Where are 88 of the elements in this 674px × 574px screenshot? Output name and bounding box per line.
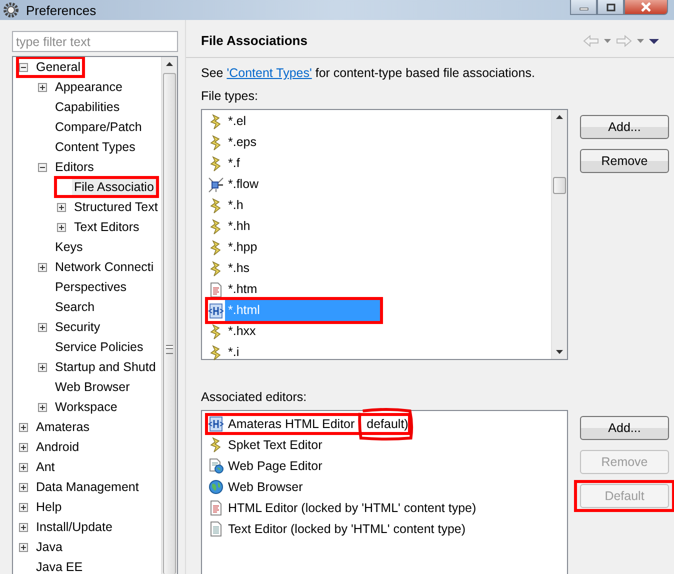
document-icon: [208, 520, 224, 536]
expand-icon[interactable]: [19, 522, 28, 532]
tree-item[interactable]: Install/Update: [34, 519, 114, 535]
expand-icon[interactable]: [19, 542, 28, 552]
file-type-item[interactable]: *.f: [225, 153, 243, 174]
expand-icon[interactable]: [19, 502, 28, 512]
html-document-icon: [208, 500, 224, 516]
expand-icon[interactable]: [38, 82, 47, 92]
tree-item[interactable]: Perspectives: [53, 279, 129, 295]
scroll-thumb[interactable]: [553, 177, 566, 194]
expand-icon[interactable]: [57, 202, 66, 212]
tree-item[interactable]: General: [34, 59, 82, 75]
action-button[interactable]: Add...: [580, 416, 669, 440]
file-type-item[interactable]: *.hpp: [225, 237, 260, 258]
maximize-button[interactable]: [597, 0, 624, 15]
tree-item[interactable]: Help: [34, 499, 64, 515]
collapse-icon[interactable]: [38, 162, 47, 172]
section-label: Associated editors:: [201, 389, 308, 405]
tree-item[interactable]: Capabilities: [53, 99, 122, 115]
file-type-item[interactable]: *.h: [225, 195, 246, 216]
file-type-item[interactable]: *.flow: [225, 174, 262, 195]
expand-icon[interactable]: [38, 402, 47, 412]
action-button[interactable]: Add...: [580, 115, 669, 139]
tree-item[interactable]: Security: [53, 319, 102, 335]
document-globe-icon: [208, 458, 224, 474]
globe-icon: [208, 478, 224, 494]
diagram-icon: [208, 176, 224, 192]
editor-item[interactable]: HTML Editor (locked by 'HTML' content type): [228, 500, 476, 514]
scrollbar[interactable]: [161, 57, 177, 574]
tree-item[interactable]: Structured Text: [72, 199, 160, 215]
default-label: default): [366, 416, 408, 430]
collapse-icon[interactable]: [19, 62, 28, 72]
intro-text: See 'Content Types' for content-type based file associations.: [201, 65, 536, 81]
gear-icon: [3, 2, 19, 18]
tree-item[interactable]: File Associatio: [72, 179, 156, 195]
file-type-item[interactable]: *.hh: [225, 216, 254, 237]
file-type-item[interactable]: *.htm: [225, 279, 260, 300]
h-tag-icon: [208, 416, 224, 432]
page-title: File Associations: [201, 33, 308, 48]
action-button[interactable]: Remove: [580, 149, 669, 173]
editor-item[interactable]: Web Browser: [228, 480, 303, 494]
close-button[interactable]: [624, 0, 668, 15]
tree-item[interactable]: Search: [53, 299, 97, 315]
tree-item[interactable]: Android: [34, 439, 82, 455]
html-document-icon: [208, 282, 224, 298]
expand-icon[interactable]: [19, 482, 28, 492]
file-type-item[interactable]: *.hxx: [225, 321, 259, 342]
tree-item[interactable]: Keys: [53, 239, 85, 255]
close-icon: [640, 2, 652, 12]
tree-item[interactable]: Startup and Shutd: [53, 359, 158, 375]
tree-item[interactable]: Ant: [34, 459, 57, 475]
tree-item[interactable]: Appearance: [53, 79, 124, 95]
file-type-item[interactable]: *.eps: [225, 132, 260, 153]
scroll-thumb[interactable]: [163, 73, 176, 574]
editor-item[interactable]: Text Editor (locked by 'HTML' content type): [228, 522, 466, 536]
tree-item[interactable]: Editors: [53, 159, 96, 175]
expand-icon[interactable]: [19, 462, 28, 472]
window-title: Preferences: [26, 2, 96, 18]
scrollbar[interactable]: [551, 110, 567, 359]
file-type-item[interactable]: *.hs: [225, 258, 253, 279]
expand-icon[interactable]: [19, 422, 28, 432]
editor-item[interactable]: Web Page Editor: [228, 458, 322, 472]
tree-item[interactable]: Service Policies: [53, 339, 146, 355]
expand-icon[interactable]: [57, 222, 66, 232]
expand-icon[interactable]: [38, 322, 47, 332]
tree-item[interactable]: Java EE: [34, 559, 85, 574]
content-types-link[interactable]: 'Content Types': [226, 66, 312, 80]
filter-field[interactable]: type filter text: [12, 31, 178, 52]
tree-item[interactable]: Java: [34, 539, 64, 555]
editor-item[interactable]: Amateras HTML Editor: [228, 416, 355, 430]
tree-item[interactable]: Text Editors: [72, 219, 142, 235]
tree-item[interactable]: Web Browser: [53, 379, 132, 395]
expand-icon[interactable]: [38, 362, 47, 372]
tree-item[interactable]: Amateras: [34, 419, 92, 435]
editor-item[interactable]: Spket Text Editor: [228, 438, 322, 452]
tree-item[interactable]: Network Connecti: [53, 259, 156, 275]
grip-icon: [166, 344, 173, 354]
maximize-icon: [606, 2, 616, 12]
section-label: File types:: [201, 88, 259, 104]
tree-item[interactable]: Content Types: [53, 139, 138, 155]
tree-item[interactable]: Data Management: [34, 479, 141, 495]
tree-item[interactable]: Workspace: [53, 399, 120, 415]
expand-icon[interactable]: [38, 262, 47, 272]
expand-icon[interactable]: [19, 442, 28, 452]
file-type-item[interactable]: *.i: [225, 342, 242, 363]
h-tag-icon: [208, 302, 224, 318]
tree-item[interactable]: Compare/Patch: [53, 119, 144, 135]
file-type-item[interactable]: *.el: [225, 111, 250, 132]
